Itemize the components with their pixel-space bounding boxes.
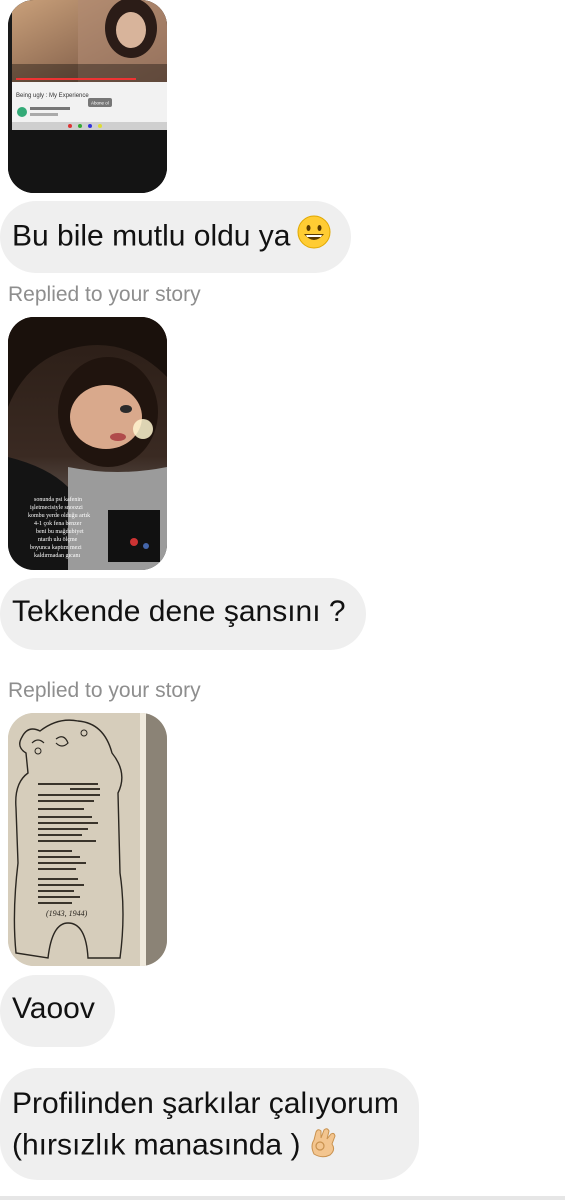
story-overlay-line: kombu yerde olduğu artık bbox=[28, 512, 90, 519]
message-bubble[interactable]: Vaoov bbox=[0, 975, 115, 1047]
story-overlay-line: ntarih ulu ölçme bbox=[38, 537, 78, 543]
message-bubble[interactable]: Profilinden şarkılar çalıyorum (hırsızlı… bbox=[0, 1068, 419, 1180]
message-bubble[interactable]: Bu bile mutlu oldu ya bbox=[0, 201, 351, 273]
story-overlay-line: sonunda psi kafenin bbox=[34, 496, 82, 503]
poem-year-text: (1943, 1944) bbox=[46, 909, 88, 918]
story-overlay-line: boyunca kaptım mezi bbox=[30, 545, 82, 551]
message-text: Tekkende dene şansını ? bbox=[12, 595, 346, 628]
message-text-line: (hırsızlık manasında ) bbox=[12, 1128, 301, 1162]
story-overlay-line: 4-1 çok fena benzer bbox=[34, 520, 81, 527]
selfie-story-image: sonunda psi kafenin işletmecisiyle snooz… bbox=[8, 317, 167, 570]
message-text-line-with-emoji: (hırsızlık manasında ) bbox=[12, 1124, 399, 1169]
story-thumbnail-video[interactable]: Being ugly : My Experience Abone ol bbox=[8, 0, 167, 193]
video-subscribe-text: Abone ol bbox=[91, 101, 109, 106]
ok-hand-emoji-icon bbox=[306, 1124, 340, 1169]
composer-divider bbox=[0, 1196, 565, 1200]
story-overlay-line: beni bu mağdubiyet bbox=[36, 528, 84, 535]
grinning-face-emoji-icon bbox=[297, 215, 331, 260]
message-text: Vaoov bbox=[12, 992, 95, 1025]
video-screenshot-image: Being ugly : My Experience Abone ol bbox=[8, 0, 167, 193]
message-thread: Being ugly : My Experience Abone ol Bu b… bbox=[0, 0, 565, 1200]
message-text-line: Profilinden şarkılar çalıyorum bbox=[12, 1087, 399, 1120]
replied-to-story-label: Replied to your story bbox=[8, 679, 201, 702]
story-overlay-line: kaldırmadan gıcanı bbox=[34, 553, 80, 559]
story-thumbnail-book-page[interactable]: (1943, 1944) bbox=[8, 713, 167, 966]
message-text: Bu bile mutlu oldu ya bbox=[12, 219, 291, 253]
story-thumbnail-selfie[interactable]: sonunda psi kafenin işletmecisiyle snooz… bbox=[8, 317, 167, 570]
video-title-text: Being ugly : My Experience bbox=[16, 93, 89, 99]
book-page-story-image: (1943, 1944) bbox=[8, 713, 167, 966]
message-bubble[interactable]: Tekkende dene şansını ? bbox=[0, 578, 366, 650]
story-overlay-line: işletmecisiyle snoozzi bbox=[30, 505, 83, 511]
replied-to-story-label: Replied to your story bbox=[8, 283, 201, 306]
